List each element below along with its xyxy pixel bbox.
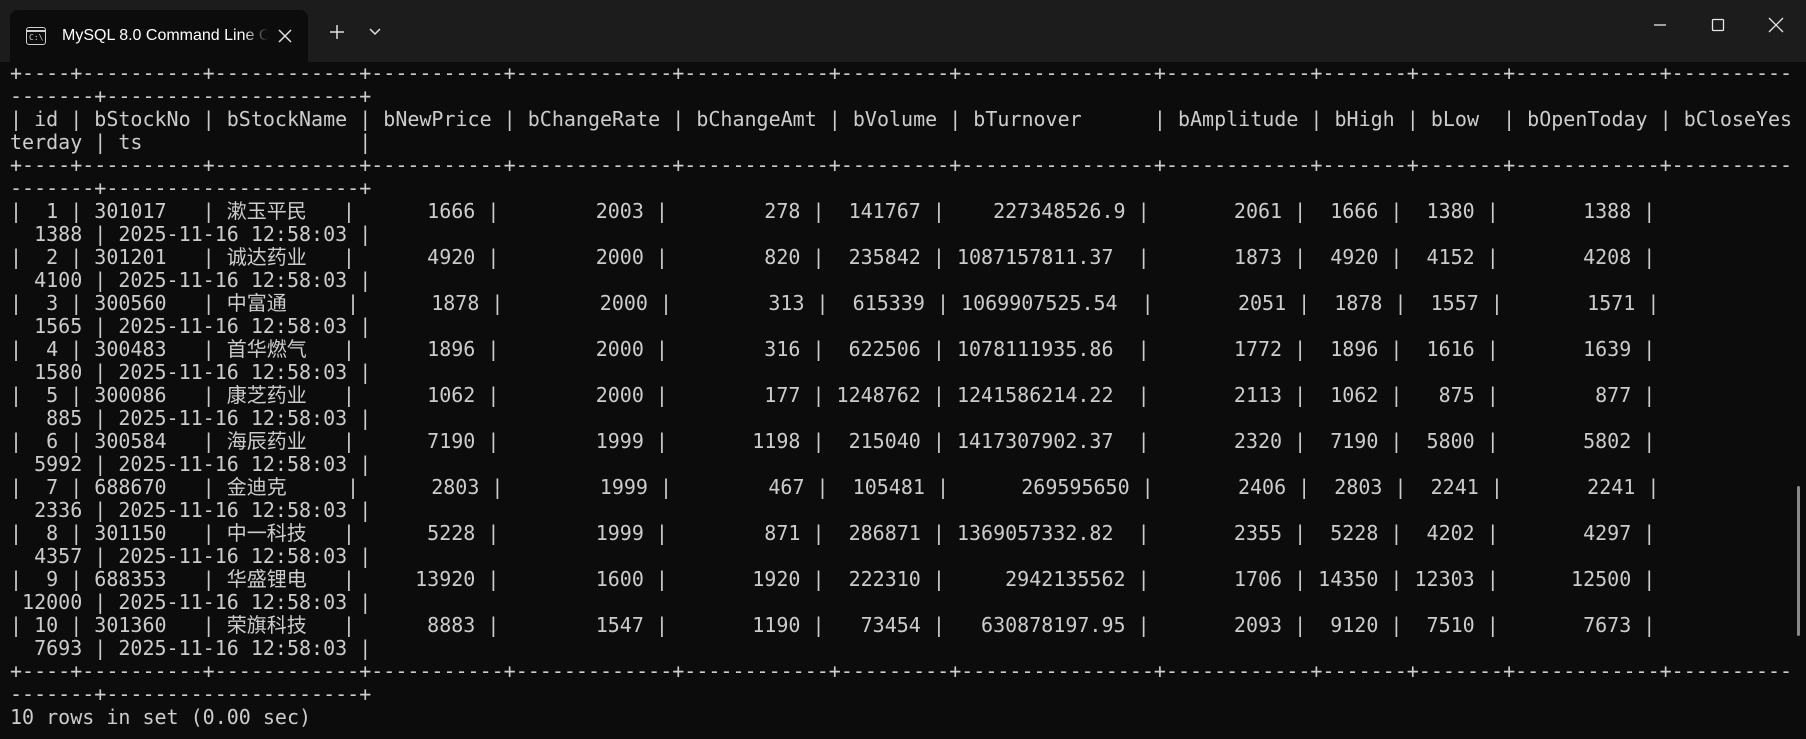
terminal-line: | 1 | 301017 | 漱玉平民 | 1666 | 2003 | 278 … bbox=[10, 199, 1656, 223]
terminal-line: | 3 | 300560 | 中富通 | 1878 | 2000 | 313 |… bbox=[10, 291, 1660, 315]
terminal-line: 1580 | 2025-11-16 12:58:03 | bbox=[10, 360, 372, 384]
terminal-line: -------+---------------------+ bbox=[10, 84, 372, 108]
terminal-line: 1565 | 2025-11-16 12:58:03 | bbox=[10, 314, 372, 338]
terminal-line: +----+----------+------------+----------… bbox=[10, 153, 1790, 177]
terminal-line: | 6 | 300584 | 海辰药业 | 7190 | 1999 | 1198… bbox=[10, 429, 1656, 453]
terminal-line: | 7 | 688670 | 金迪克 | 2803 | 1999 | 467 |… bbox=[10, 475, 1660, 499]
terminal-line: | 10 | 301360 | 荣旗科技 | 8883 | 1547 | 119… bbox=[10, 613, 1656, 637]
tab-title: MySQL 8.0 Command Line Client bbox=[62, 27, 268, 44]
terminal-line: 4100 | 2025-11-16 12:58:03 | bbox=[10, 268, 372, 292]
terminal-text: +----+----------+------------+----------… bbox=[0, 62, 1790, 729]
terminal-line: terday | ts | bbox=[10, 130, 372, 154]
terminal-window: C:\ MySQL 8.0 Command Line Client bbox=[0, 0, 1806, 739]
terminal-line: +----+----------+------------+----------… bbox=[10, 659, 1790, 683]
plus-icon bbox=[330, 25, 344, 39]
terminal-line: | 9 | 688353 | 华盛锂电 | 13920 | 1600 | 192… bbox=[10, 567, 1656, 591]
close-tab-button[interactable] bbox=[270, 21, 300, 51]
maximize-icon bbox=[1711, 18, 1725, 32]
minimize-icon bbox=[1654, 24, 1666, 26]
terminal-line: -------+---------------------+ bbox=[10, 682, 372, 706]
new-tab-button[interactable] bbox=[319, 14, 355, 50]
chevron-down-icon bbox=[369, 28, 381, 36]
terminal-line: 7693 | 2025-11-16 12:58:03 | bbox=[10, 636, 372, 660]
terminal-line: | 4 | 300483 | 首华燃气 | 1896 | 2000 | 316 … bbox=[10, 337, 1656, 361]
close-icon bbox=[278, 29, 292, 43]
maximize-button[interactable] bbox=[1690, 0, 1746, 50]
terminal-line: | 2 | 301201 | 诚达药业 | 4920 | 2000 | 820 … bbox=[10, 245, 1656, 269]
terminal-output[interactable]: +----+----------+------------+----------… bbox=[0, 62, 1790, 739]
title-bar: C:\ MySQL 8.0 Command Line Client bbox=[0, 0, 1806, 62]
tab-mysql-client[interactable]: C:\ MySQL 8.0 Command Line Client bbox=[10, 10, 308, 62]
terminal-line: | 5 | 300086 | 康芝药业 | 1062 | 2000 | 177 … bbox=[10, 383, 1656, 407]
terminal-line: 12000 | 2025-11-16 12:58:03 | bbox=[10, 590, 372, 614]
close-window-button[interactable] bbox=[1748, 0, 1804, 50]
terminal-icon: C:\ bbox=[26, 27, 46, 45]
minimize-button[interactable] bbox=[1632, 0, 1688, 50]
terminal-line: 1388 | 2025-11-16 12:58:03 | bbox=[10, 222, 372, 246]
tab-dropdown-button[interactable] bbox=[357, 14, 393, 50]
vertical-scrollbar[interactable] bbox=[1797, 486, 1800, 636]
terminal-line: | id | bStockNo | bStockName | bNewPrice… bbox=[10, 107, 1790, 131]
terminal-line: | 8 | 301150 | 中一科技 | 5228 | 1999 | 871 … bbox=[10, 521, 1656, 545]
terminal-line: +----+----------+------------+----------… bbox=[10, 62, 1790, 85]
terminal-line: -------+---------------------+ bbox=[10, 176, 372, 200]
terminal-line: 885 | 2025-11-16 12:58:03 | bbox=[10, 406, 372, 430]
terminal-line: 10 rows in set (0.00 sec) bbox=[10, 705, 312, 729]
terminal-line: 2336 | 2025-11-16 12:58:03 | bbox=[10, 498, 372, 522]
close-icon bbox=[1768, 17, 1784, 33]
terminal-icon-glyph: C:\ bbox=[29, 33, 44, 42]
terminal-line: 4357 | 2025-11-16 12:58:03 | bbox=[10, 544, 372, 568]
terminal-line: 5992 | 2025-11-16 12:58:03 | bbox=[10, 452, 372, 476]
